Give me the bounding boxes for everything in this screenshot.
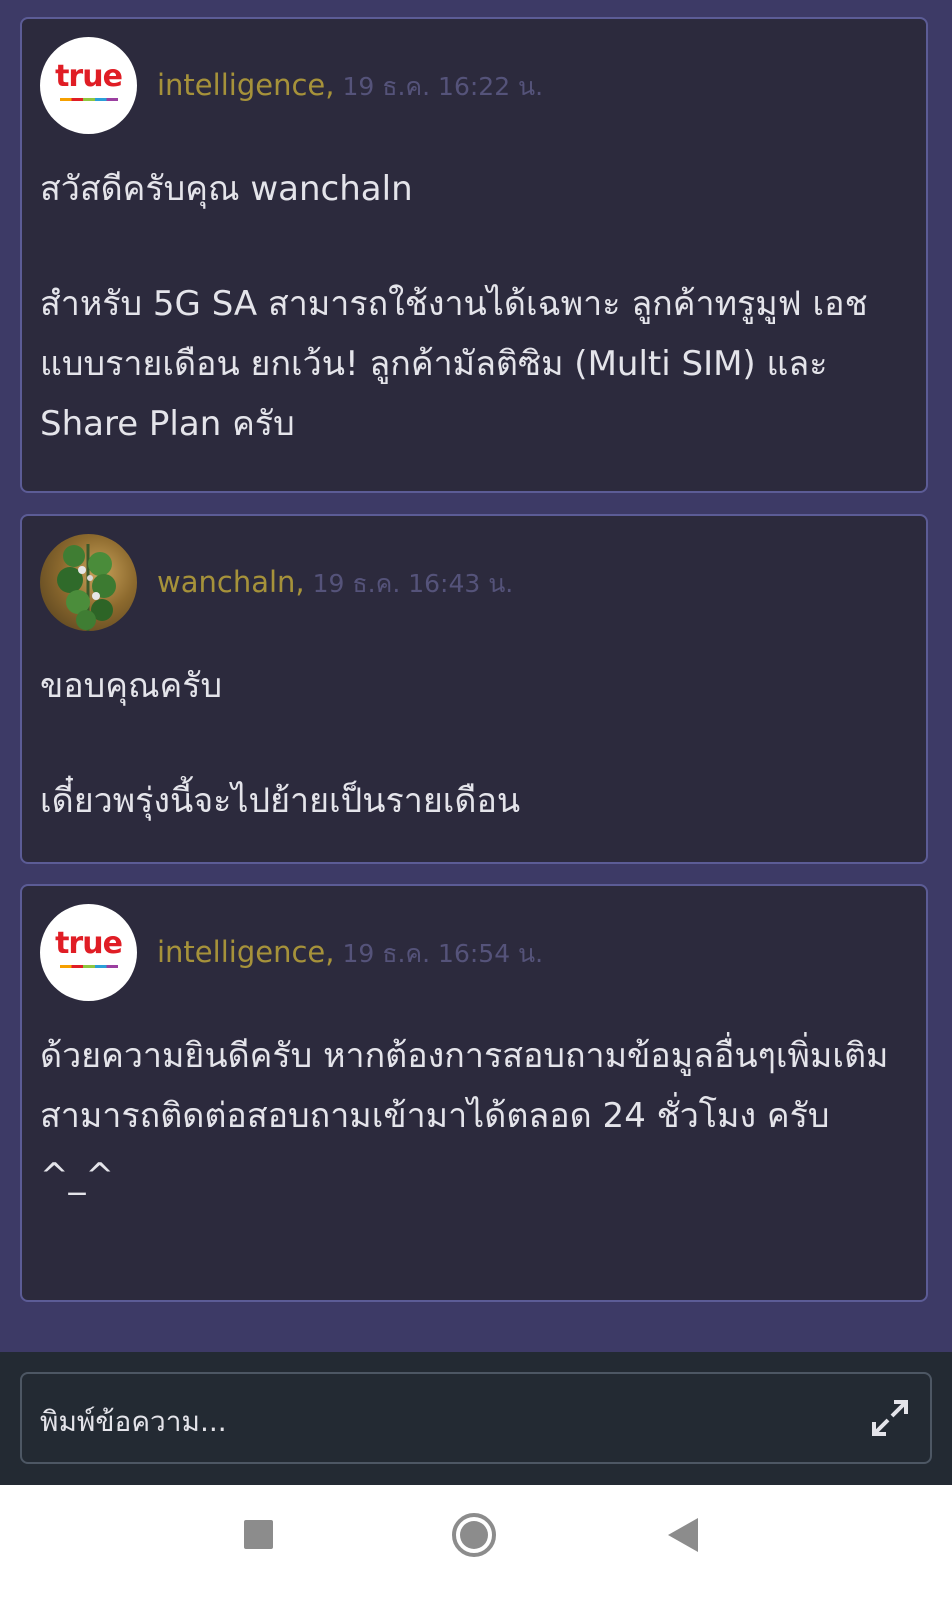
message-body: ขอบคุณครับ เดี๋ยวพรุ่งนี้จะไปย้ายเป็นราย… (40, 656, 908, 831)
message-input-placeholder: พิมพ์ข้อความ... (40, 1405, 227, 1438)
compose-bar: พิมพ์ข้อความ... (0, 1352, 952, 1485)
expand-icon[interactable] (870, 1398, 910, 1438)
message-body: ด้วยความยินดีครับ หากต้องการสอบถามข้อมูล… (40, 1026, 908, 1206)
true-logo-icon: true (55, 59, 123, 94)
author-name[interactable]: intelligence, (157, 935, 334, 969)
message-body: สวัสดีครับคุณ wanchaln สำหรับ 5G SA สามา… (40, 159, 908, 454)
triangle-back-icon[interactable] (656, 1505, 716, 1565)
avatar[interactable] (40, 534, 137, 631)
system-nav-bar (0, 1485, 952, 1600)
message-paragraph: สวัสดีครับคุณ wanchaln (40, 169, 413, 209)
logo-color-bar (60, 965, 118, 968)
message-paragraph: สำหรับ 5G SA สามารถใช้งานได้เฉพาะ ลูกค้า… (40, 284, 868, 444)
message-header: wanchaln, 19 ธ.ค. 16:43 น. (157, 564, 513, 604)
avatar[interactable]: true (40, 904, 137, 1001)
true-logo-icon: true (55, 926, 123, 961)
message-paragraph: ด้วยความยินดีครับ หากต้องการสอบถามข้อมูล… (40, 1036, 889, 1196)
message-timestamp: 19 ธ.ค. 16:43 น. (312, 569, 514, 598)
author-name[interactable]: wanchaln, (157, 565, 305, 599)
message-card: true intelligence, 19 ธ.ค. 16:54 น. ด้วยค… (20, 884, 928, 1302)
message-header: intelligence, 19 ธ.ค. 16:22 น. (157, 67, 543, 107)
message-input[interactable]: พิมพ์ข้อความ... (20, 1372, 932, 1464)
logo-color-bar (60, 98, 118, 101)
avatar[interactable]: true (40, 37, 137, 134)
message-card: true intelligence, 19 ธ.ค. 16:22 น. สวัสด… (20, 17, 928, 493)
message-paragraph: เดี๋ยวพรุ่งนี้จะไปย้ายเป็นรายเดือน (40, 781, 521, 821)
circle-icon[interactable] (444, 1505, 504, 1565)
message-card: wanchaln, 19 ธ.ค. 16:43 น. ขอบคุณครับ เดี… (20, 514, 928, 864)
message-thread: true intelligence, 19 ธ.ค. 16:22 น. สวัสด… (0, 0, 952, 1352)
plant-photo-icon (57, 544, 116, 631)
message-timestamp: 19 ธ.ค. 16:54 น. (342, 939, 544, 968)
square-icon[interactable] (228, 1505, 288, 1565)
author-name[interactable]: intelligence, (157, 68, 334, 102)
message-timestamp: 19 ธ.ค. 16:22 น. (342, 72, 544, 101)
message-header: intelligence, 19 ธ.ค. 16:54 น. (157, 934, 543, 974)
message-paragraph: ขอบคุณครับ (40, 666, 223, 706)
